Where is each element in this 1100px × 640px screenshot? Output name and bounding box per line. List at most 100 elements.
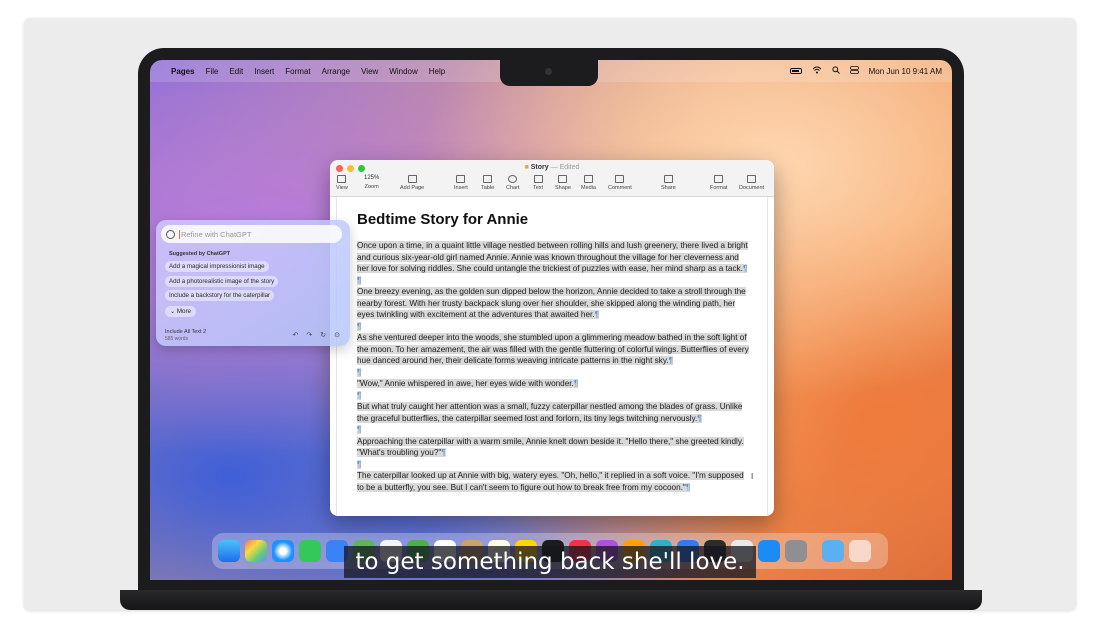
pilcrow-mark: ¶ xyxy=(685,482,691,492)
pilcrow-mark: ¶ xyxy=(697,413,702,423)
launchpad-icon[interactable] xyxy=(245,540,267,562)
media-label: Media xyxy=(581,185,596,191)
text-button[interactable]: Text xyxy=(533,175,543,191)
table-label: Table xyxy=(481,185,495,191)
suggestion-chip[interactable]: Add a photorealistic image of the story xyxy=(165,276,279,287)
shape-label: Shape xyxy=(555,185,571,191)
paragraph: Once upon a time, in a quaint little vil… xyxy=(357,240,749,275)
app-store-icon[interactable] xyxy=(758,540,780,562)
control-center-icon[interactable] xyxy=(849,66,859,76)
camera-notch xyxy=(500,60,598,86)
pages-window: ■ Story — Edited View 125% Zoom Add Page … xyxy=(330,160,774,516)
view-button[interactable]: View xyxy=(336,175,348,191)
story-body[interactable]: Once upon a time, in a quaint little vil… xyxy=(357,240,749,493)
document-button[interactable]: Document xyxy=(739,175,764,191)
insert-button[interactable]: Insert xyxy=(454,175,468,191)
text-caret xyxy=(179,229,180,239)
pilcrow-mark: ¶ xyxy=(357,425,362,434)
chevron-down-icon: ⌄ xyxy=(170,308,177,315)
table-button[interactable]: Table xyxy=(481,175,494,191)
comment-label: Comment xyxy=(608,185,632,191)
menu-help[interactable]: Help xyxy=(429,67,445,76)
paragraph-text[interactable]: But what truly caught her attention was … xyxy=(357,402,743,423)
chart-label: Chart xyxy=(506,185,520,191)
add-page-label: Add Page xyxy=(400,185,425,191)
paragraph: The caterpillar looked up at Annie with … xyxy=(357,470,749,493)
wifi-icon[interactable] xyxy=(812,66,822,76)
paragraph: Approaching the caterpillar with a warm … xyxy=(357,436,749,459)
document-label: Document xyxy=(739,185,765,191)
paragraph-text[interactable]: "Wow," Annie whispered in awe, her eyes … xyxy=(357,379,574,388)
suggestion-chip[interactable]: Add a magical impressionist image xyxy=(165,261,269,272)
paragraph-text[interactable]: One breezy evening, as the golden sun di… xyxy=(357,287,746,319)
menu-edit[interactable]: Edit xyxy=(229,67,243,76)
paragraph-text[interactable]: Approaching the caterpillar with a warm … xyxy=(357,436,744,457)
shape-icon xyxy=(558,175,568,183)
shape-button[interactable]: Shape xyxy=(555,175,571,191)
menu-file[interactable]: File xyxy=(206,67,219,76)
format-button[interactable]: Format xyxy=(710,175,727,191)
video-caption: to get something back she'll love. xyxy=(355,549,745,575)
app-menu[interactable]: Pages xyxy=(171,67,195,76)
video-frame: Pages File Edit Insert Format Arrange Vi… xyxy=(24,18,1076,610)
refine-placeholder: Refine with ChatGPT xyxy=(181,229,252,239)
paintbrush-icon xyxy=(714,175,724,183)
paragraph: "Wow," Annie whispered in awe, her eyes … xyxy=(357,378,749,390)
pilcrow-mark: ¶ xyxy=(668,356,674,365)
document-icon xyxy=(747,175,757,183)
format-label: Format xyxy=(710,185,728,191)
regenerate-icon[interactable]: ↻ xyxy=(320,331,326,339)
edited-status: — Edited xyxy=(550,164,580,171)
downloads-folder-icon[interactable] xyxy=(822,540,844,562)
view-label: View xyxy=(336,185,348,191)
chatgpt-writing-tools-panel: Refine with ChatGPT Suggested by ChatGPT… xyxy=(156,220,350,346)
paragraph-text[interactable]: As she ventured deeper into the woods, s… xyxy=(357,333,749,365)
pilcrow-mark: ¶ xyxy=(573,379,579,388)
add-page-icon xyxy=(407,175,417,183)
laptop-base xyxy=(120,590,982,610)
share-label: Share xyxy=(661,185,676,191)
text-icon xyxy=(533,175,543,183)
add-page-button[interactable]: Add Page xyxy=(400,175,424,191)
zoom-label: Zoom xyxy=(364,184,379,190)
insert-label: Insert xyxy=(454,185,468,191)
menu-window[interactable]: Window xyxy=(389,67,417,76)
options-icon[interactable]: ⊙ xyxy=(334,331,340,339)
comment-button[interactable]: Comment xyxy=(608,175,632,191)
sidebar-icon xyxy=(337,175,347,183)
more-button[interactable]: ⌄ More xyxy=(165,306,197,317)
pilcrow-mark: ¶ xyxy=(357,459,362,469)
chart-button[interactable]: Chart xyxy=(506,175,519,191)
undo-icon[interactable]: ↶ xyxy=(293,331,299,339)
document-page[interactable]: Bedtime Story for Annie Once upon a time… xyxy=(336,197,768,516)
desktop-screen: Pages File Edit Insert Format Arrange Vi… xyxy=(150,60,952,580)
refine-input[interactable]: Refine with ChatGPT xyxy=(161,225,342,243)
safari-icon[interactable] xyxy=(272,540,294,562)
finder-icon[interactable] xyxy=(218,540,240,562)
share-button[interactable]: Share xyxy=(661,175,676,191)
zoom-button[interactable]: 125% Zoom xyxy=(364,175,379,190)
redo-icon[interactable]: ↷ xyxy=(306,331,312,339)
system-settings-icon[interactable] xyxy=(785,540,807,562)
pilcrow-mark: ¶ xyxy=(357,275,362,285)
messages-icon[interactable] xyxy=(299,540,321,562)
trash-icon[interactable] xyxy=(849,540,871,562)
suggestion-chip[interactable]: Include a backstory for the caterpillar xyxy=(165,290,275,301)
pilcrow-mark: ¶ xyxy=(357,321,362,331)
table-icon xyxy=(483,175,493,183)
comment-icon xyxy=(615,175,625,183)
menu-clock[interactable]: Mon Jun 10 9:41 AM xyxy=(869,67,942,76)
menu-arrange[interactable]: Arrange xyxy=(322,67,350,76)
paragraph-text[interactable]: Once upon a time, in a quaint little vil… xyxy=(357,241,748,273)
search-icon[interactable] xyxy=(832,66,840,76)
include-text-label: Include All Text 2 xyxy=(165,329,207,335)
media-button[interactable]: Media xyxy=(581,175,596,191)
menu-insert[interactable]: Insert xyxy=(254,67,274,76)
window-title: ■ Story — Edited xyxy=(330,164,774,171)
battery-icon[interactable] xyxy=(789,68,802,74)
pilcrow-mark: ¶ xyxy=(357,390,362,400)
story-title[interactable]: Bedtime Story for Annie xyxy=(357,211,528,228)
menu-format[interactable]: Format xyxy=(285,67,310,76)
menu-view[interactable]: View xyxy=(361,67,378,76)
chatgpt-logo-icon xyxy=(166,229,175,239)
